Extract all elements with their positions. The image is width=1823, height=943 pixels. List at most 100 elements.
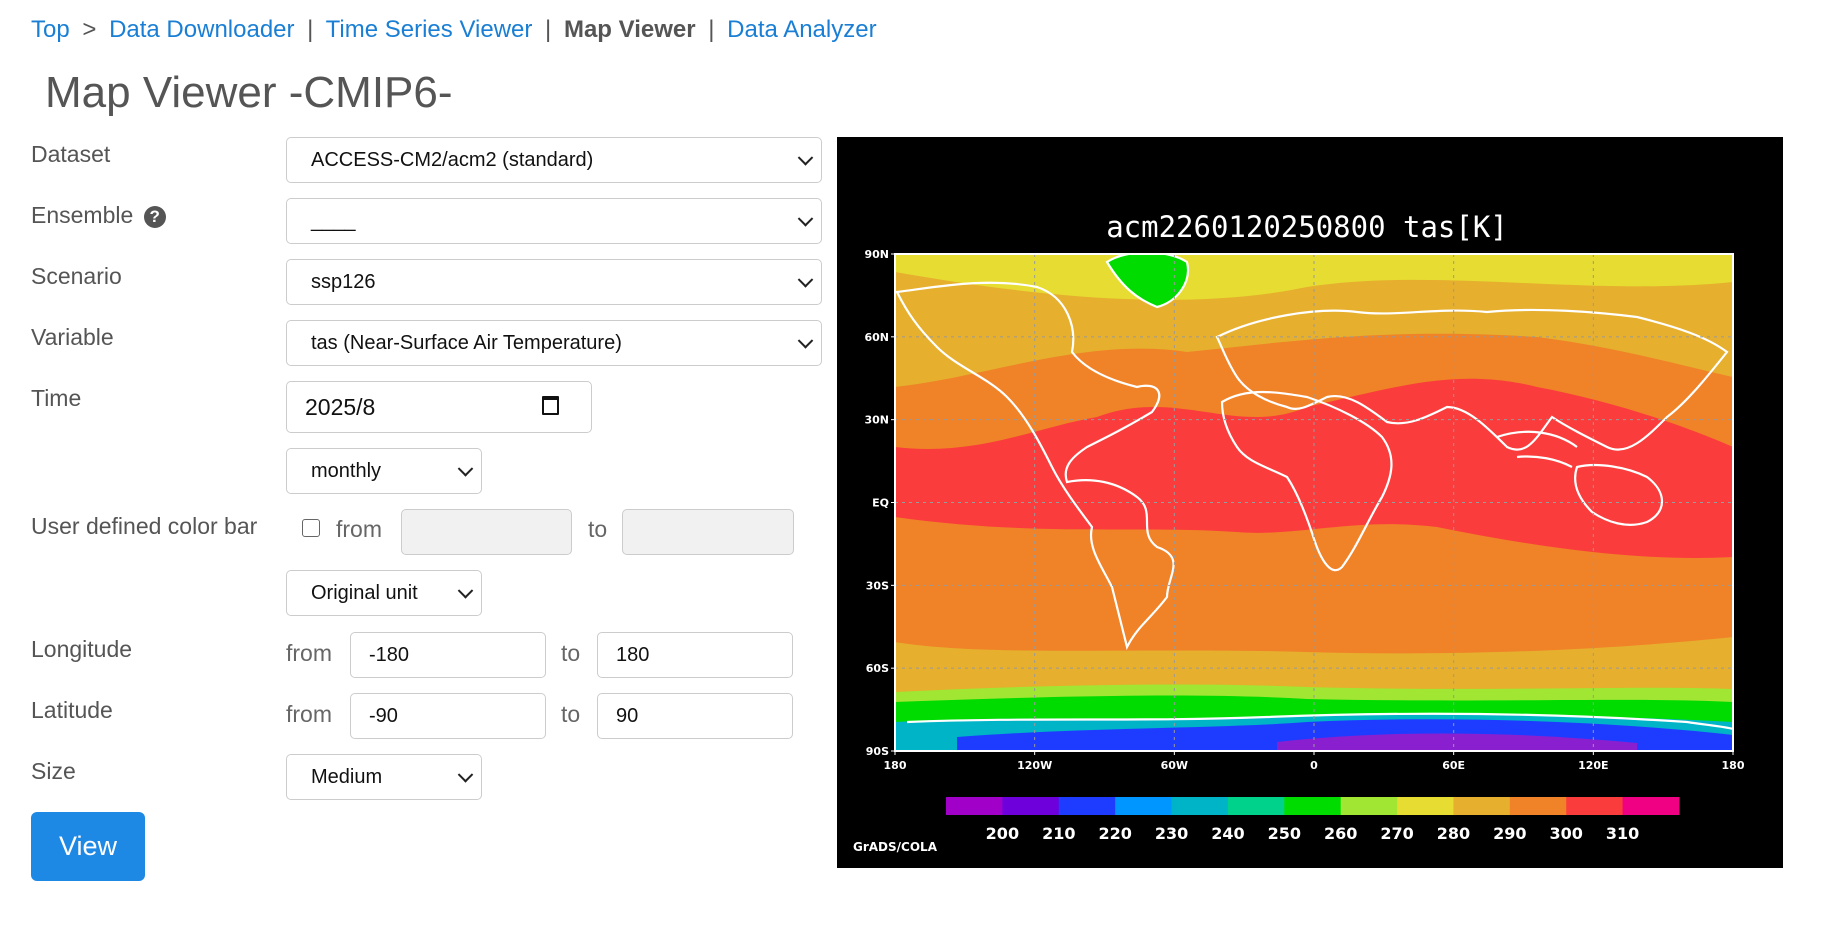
breadcrumb-separator: | — [708, 16, 715, 43]
color-bar-segment — [1284, 797, 1342, 815]
color-bar-segment — [1566, 797, 1624, 815]
color-bar-label: 260 — [1324, 824, 1357, 843]
dataset-select-value: ACCESS-CM2/acm2 (standard) — [311, 148, 594, 171]
color-bar-segment — [1397, 797, 1454, 815]
scenario-label: Scenario — [31, 263, 122, 289]
time-interval-select[interactable]: monthly — [286, 448, 482, 494]
scenario-select[interactable]: ssp126 — [286, 259, 822, 305]
chevron-down-icon — [457, 767, 474, 783]
color-bar-label: 310 — [1606, 824, 1639, 843]
chevron-down-icon — [797, 211, 814, 227]
color-bar-segment — [1058, 797, 1116, 815]
color-bar-label: 300 — [1550, 824, 1583, 843]
color-bar-label: 280 — [1437, 824, 1470, 843]
breadcrumb-separator: | — [307, 16, 314, 43]
view-button[interactable]: View — [31, 812, 145, 881]
latitude-tick-label: 90S — [866, 745, 889, 758]
longitude-tick-label: 60W — [1161, 759, 1188, 772]
color-bar-label: 290 — [1493, 824, 1526, 843]
color-bar-from-label: from — [336, 516, 382, 542]
latitude-tick-label: 60S — [866, 662, 889, 675]
longitude-tick-label: 180 — [884, 759, 907, 772]
variable-label: Variable — [31, 324, 114, 350]
unit-select-value: Original unit — [311, 581, 418, 604]
longitude-to-input[interactable]: 180 — [597, 632, 793, 678]
dataset-select[interactable]: ACCESS-CM2/acm2 (standard) — [286, 137, 822, 183]
latitude-tick-label: 60N — [864, 331, 889, 344]
longitude-to-label: to — [561, 640, 581, 666]
time-interval-value: monthly — [311, 459, 382, 482]
color-bar-label: 270 — [1380, 824, 1413, 843]
latitude-to-input[interactable]: 90 — [597, 693, 793, 739]
color-bar-checkbox[interactable] — [302, 519, 320, 537]
breadcrumb-current-map-viewer: Map Viewer — [563, 16, 696, 43]
color-bar-segment — [1227, 797, 1285, 815]
breadcrumb-separator: > — [82, 16, 97, 43]
latitude-tick-label: 30S — [866, 579, 889, 592]
latitude-tick-label: EQ — [872, 497, 889, 510]
color-bar — [946, 797, 1680, 815]
breadcrumb: Top > Data Downloader | Time Series View… — [31, 16, 877, 44]
longitude-tick-label: 120E — [1578, 759, 1608, 772]
ensemble-select-value: ____ — [311, 209, 356, 232]
time-month-input[interactable]: 2025/8 — [286, 381, 592, 433]
color-bar-segment — [1115, 797, 1173, 815]
latitude-label: Latitude — [31, 697, 113, 723]
scenario-select-value: ssp126 — [311, 270, 376, 293]
longitude-axis-labels: 180 120W 60W 0 60E 120E 180 — [884, 751, 1745, 772]
map-title: acm2260120250800 tas[K] — [1106, 210, 1508, 244]
calendar-icon[interactable] — [542, 396, 559, 415]
longitude-tick-label: 60E — [1442, 759, 1465, 772]
latitude-from-label: from — [286, 701, 332, 727]
ensemble-label-text: Ensemble — [31, 202, 134, 228]
time-label: Time — [31, 385, 82, 411]
longitude-tick-label: 180 — [1722, 759, 1745, 772]
latitude-tick-label: 90N — [864, 248, 889, 261]
color-bar-label: 200 — [986, 824, 1019, 843]
breadcrumb-separator: | — [545, 16, 552, 43]
question-circle-icon[interactable]: ? — [143, 205, 166, 228]
longitude-tick-label: 0 — [1310, 759, 1318, 772]
longitude-from-input[interactable]: -180 — [350, 632, 546, 678]
size-label: Size — [31, 758, 76, 784]
unit-select[interactable]: Original unit — [286, 570, 482, 616]
longitude-to-value: 180 — [616, 643, 650, 666]
color-bar-segment — [1622, 797, 1680, 815]
map-image: acm2260120250800 tas[K] 90N 60N 30N EQ 3… — [837, 137, 1783, 868]
color-bar-label: 230 — [1155, 824, 1188, 843]
color-bar-label: 210 — [1042, 824, 1075, 843]
breadcrumb-top-link[interactable]: Top — [31, 16, 70, 43]
color-bar-segment — [946, 797, 1003, 815]
size-select[interactable]: Medium — [286, 754, 482, 800]
chevron-down-icon — [797, 272, 814, 288]
ensemble-select[interactable]: ____ — [286, 198, 822, 244]
page-title: Map Viewer -CMIP6- — [45, 68, 453, 117]
color-bar-segment — [1453, 797, 1511, 815]
color-bar-label: 250 — [1268, 824, 1301, 843]
latitude-from-value: -90 — [369, 704, 398, 727]
chevron-down-icon — [797, 150, 814, 166]
color-bar-segment — [1509, 797, 1567, 815]
chevron-down-icon — [797, 333, 814, 349]
color-bar-segment — [1171, 797, 1229, 815]
longitude-tick-label: 120W — [1017, 759, 1052, 772]
chevron-down-icon — [457, 583, 474, 599]
color-bar-to-label: to — [588, 516, 608, 542]
color-bar-label: 220 — [1098, 824, 1131, 843]
color-bar-from-input[interactable] — [401, 509, 572, 555]
variable-select[interactable]: tas (Near-Surface Air Temperature) — [286, 320, 822, 366]
latitude-from-input[interactable]: -90 — [350, 693, 546, 739]
color-bar-segment — [1002, 797, 1060, 815]
breadcrumb-time-series-viewer-link[interactable]: Time Series Viewer — [326, 16, 533, 43]
latitude-to-value: 90 — [616, 704, 639, 727]
breadcrumb-data-downloader-link[interactable]: Data Downloader — [109, 16, 294, 43]
color-bar-segment — [1340, 797, 1398, 815]
longitude-label: Longitude — [31, 636, 133, 662]
ensemble-label: Ensemble ? — [31, 202, 166, 229]
breadcrumb-data-analyzer-link[interactable]: Data Analyzer — [727, 16, 876, 43]
size-select-value: Medium — [311, 765, 383, 788]
color-bar-to-input[interactable] — [622, 509, 794, 555]
map-svg: acm2260120250800 tas[K] 90N60N30NEQ30S60… — [853, 210, 1745, 854]
chevron-down-icon — [457, 461, 474, 477]
latitude-tick-label: 30N — [864, 414, 889, 427]
